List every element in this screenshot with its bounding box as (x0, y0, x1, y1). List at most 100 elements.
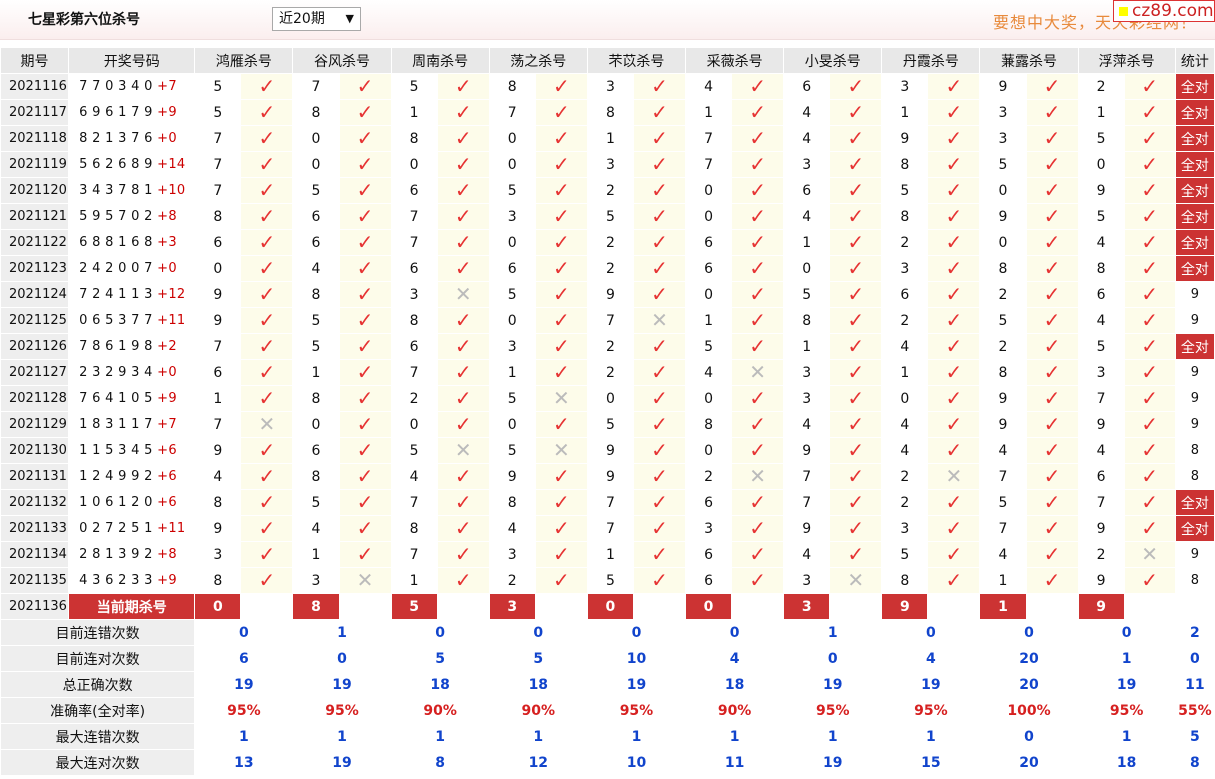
kill-number-cell: 7 (292, 73, 340, 100)
kill-number-cell: 3 (881, 515, 929, 542)
result-cell: ✓ (1025, 151, 1079, 178)
kill-number-cell: 7 (390, 489, 438, 516)
kill-number-cell: 0 (783, 255, 831, 282)
col-header-expert[interactable]: 丹霞杀号 (881, 47, 981, 74)
check-icon: ✓ (1141, 73, 1159, 98)
check-icon: ✓ (552, 203, 570, 228)
result-cell: ✓ (338, 385, 392, 412)
period-select[interactable]: 近20期 ▼ (272, 7, 361, 31)
draw-numbers: 2 4 2 0 0 7 (79, 261, 153, 276)
result-cell: ✓ (1123, 307, 1176, 334)
site-logo[interactable]: cz89.com (1113, 0, 1215, 22)
check-icon: ✓ (847, 541, 865, 566)
result-cell: ✓ (534, 177, 588, 204)
summary-value: 12 (488, 749, 588, 776)
kill-number-cell: 2 (979, 281, 1027, 308)
result-cell: ✓ (731, 437, 785, 464)
check-icon: ✓ (258, 229, 276, 254)
kill-number-cell: 6 (390, 255, 438, 282)
check-icon: ✓ (1141, 281, 1159, 306)
stat-cell: 全对 (1174, 99, 1215, 126)
draw-sum: +8 (157, 209, 177, 224)
kill-number-cell: 2 (390, 385, 438, 412)
col-header-expert[interactable]: 芣苡杀号 (586, 47, 687, 74)
check-icon: ✓ (258, 437, 276, 462)
col-header-expert[interactable]: 蒹露杀号 (979, 47, 1079, 74)
summary-value: 19 (1077, 671, 1176, 698)
result-cell: ✓ (829, 437, 883, 464)
result-cell: ✓ (927, 359, 981, 386)
summary-label: 总正确次数 (0, 671, 196, 698)
kill-number-cell: 1 (292, 359, 340, 386)
summary-value: 13 (194, 749, 294, 776)
kill-number-cell: 1 (194, 385, 242, 412)
check-icon: ✓ (945, 567, 963, 592)
check-icon: ✓ (356, 515, 374, 540)
result-cell: ✓ (829, 255, 883, 282)
kill-number-cell: 8 (292, 385, 340, 412)
check-icon: ✓ (552, 307, 570, 332)
check-icon: ✓ (552, 463, 570, 488)
check-icon: ✓ (552, 489, 570, 514)
result-cell: ✓ (731, 229, 785, 256)
stat-cell: 全对 (1174, 125, 1215, 152)
check-icon: ✓ (1141, 151, 1159, 176)
result-cell: ✓ (829, 307, 883, 334)
draw-numbers-cell: 6 9 6 1 7 9 +9 (68, 99, 196, 126)
result-cell: ✓ (338, 541, 392, 568)
summary-stat: 8 (1174, 749, 1215, 776)
draw-numbers-cell: 0 2 7 2 5 1 +11 (68, 515, 196, 542)
result-cell: ✓ (240, 151, 294, 178)
check-icon: ✓ (1141, 177, 1159, 202)
kill-number-cell: 0 (194, 255, 242, 282)
check-icon: ✓ (749, 411, 766, 436)
kill-number-cell: 7 (194, 125, 242, 152)
draw-sum: +6 (157, 495, 177, 510)
check-icon: ✓ (749, 307, 766, 332)
col-header-expert[interactable]: 鸿雁杀号 (194, 47, 294, 74)
draw-numbers: 2 3 2 9 3 4 (79, 365, 153, 380)
kill-number-cell: 1 (292, 541, 340, 568)
col-header-expert[interactable]: 浮萍杀号 (1077, 47, 1176, 74)
kill-number-cell: 5 (488, 437, 536, 464)
draw-sum: +0 (157, 365, 177, 380)
kill-number-cell: 9 (783, 515, 831, 542)
kill-number-cell: 2 (488, 567, 536, 594)
check-icon: ✓ (1043, 515, 1061, 540)
kill-number-cell: 4 (292, 255, 340, 282)
result-cell: ✓ (829, 281, 883, 308)
col-header-expert[interactable]: 小旻杀号 (783, 47, 883, 74)
kill-number-cell: 4 (488, 515, 536, 542)
result-cell: ✓ (1025, 333, 1079, 360)
check-icon: ✓ (1043, 73, 1061, 98)
result-cell: ✕ (731, 359, 785, 386)
kill-number-cell: 7 (390, 203, 438, 230)
result-cell: ✓ (534, 255, 588, 282)
check-icon: ✓ (847, 203, 865, 228)
result-cell: ✓ (436, 385, 490, 412)
page-title: 七星彩第六位杀号 (28, 12, 140, 28)
check-icon: ✓ (356, 125, 374, 150)
result-cell: ✓ (632, 385, 687, 412)
table-row: 2021118 8 2 1 3 7 6 +0 7 ✓ 0 ✓ 8 ✓ 0 ✓ 1 ✓ 7 ✓ 4 ✓ 9 ✓ 3 ✓ 5… (0, 125, 1215, 152)
col-header-expert[interactable]: 周南杀号 (390, 47, 490, 74)
check-icon: ✓ (1043, 567, 1061, 592)
draw-numbers-cell: 2 3 2 9 3 4 +0 (68, 359, 196, 386)
kill-number-cell: 6 (685, 255, 733, 282)
result-cell: ✕ (534, 437, 588, 464)
draw-numbers-cell: 2 8 1 3 9 2 +8 (68, 541, 196, 568)
col-header-expert[interactable]: 采薇杀号 (685, 47, 785, 74)
kill-number-cell: 5 (979, 489, 1027, 516)
result-cell: ✓ (436, 463, 490, 490)
result-cell: ✓ (1025, 463, 1079, 490)
kill-number-cell: 0 (488, 307, 536, 334)
kill-number-cell: 8 (194, 203, 242, 230)
cross-icon: ✕ (454, 437, 472, 462)
summary-value: 1 (1077, 723, 1176, 750)
col-header-expert[interactable]: 荡之杀号 (488, 47, 588, 74)
draw-sum: +7 (157, 417, 177, 432)
col-header-expert[interactable]: 谷风杀号 (292, 47, 392, 74)
kill-number-cell: 7 (194, 151, 242, 178)
empty-cell (338, 593, 392, 620)
kill-number-cell: 4 (783, 203, 831, 230)
